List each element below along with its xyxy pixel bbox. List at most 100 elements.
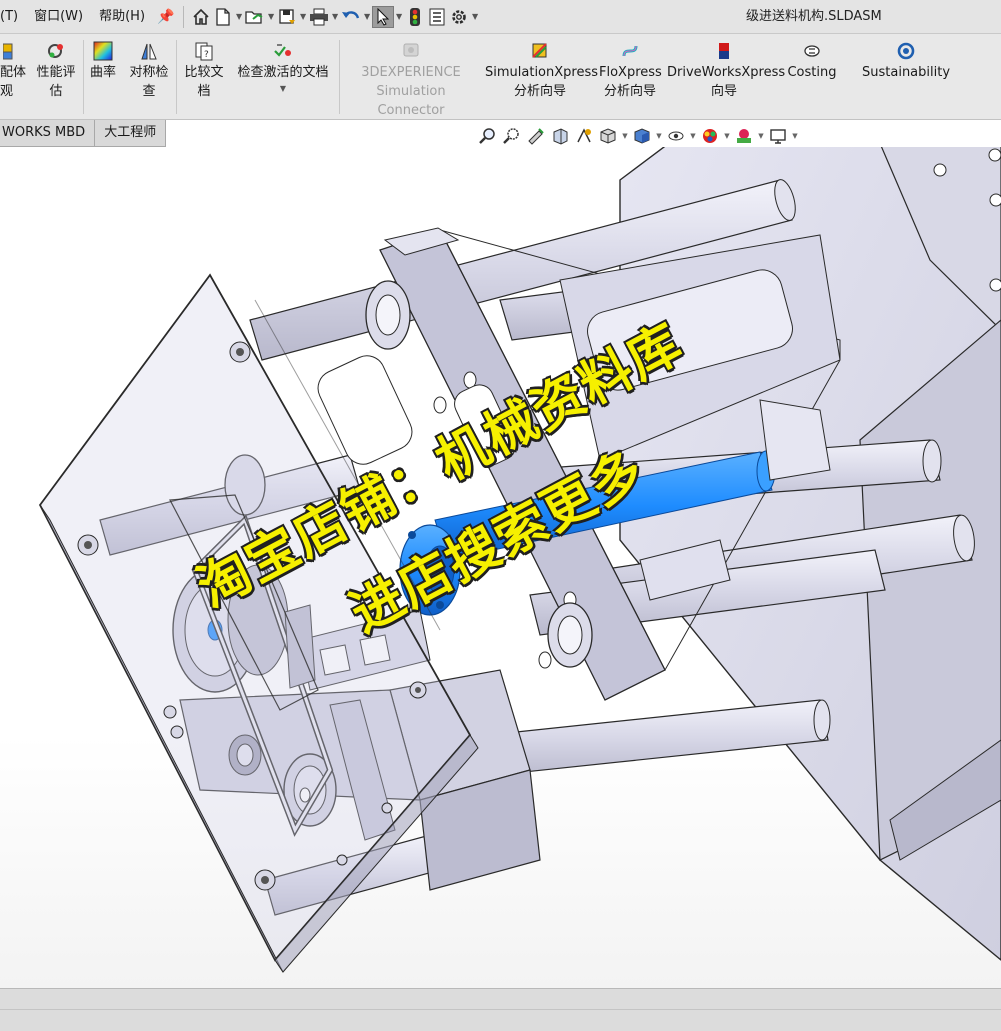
check-active-document-icon	[272, 40, 294, 62]
chevron-down-icon[interactable]: ▼	[756, 132, 766, 140]
floxpress-icon	[619, 40, 641, 62]
chevron-down-icon[interactable]: ▼	[654, 132, 664, 140]
ribbon-divider	[176, 40, 177, 114]
performance-evaluation-icon	[45, 40, 67, 62]
simulationxpress-icon	[529, 40, 551, 62]
open-icon[interactable]	[244, 6, 266, 28]
chevron-down-icon[interactable]: ▼	[298, 12, 308, 21]
sustainability-button[interactable]: Sustainability	[862, 40, 950, 82]
quick-access-toolbar: ▼ ▼ ▼ ▼ ▼ ▼ ▼	[190, 0, 480, 34]
assembly-visualization-button[interactable]: 配体 观	[0, 40, 26, 101]
menu-tools[interactable]: (T)	[0, 0, 26, 34]
chevron-down-icon[interactable]: ▼	[234, 12, 244, 21]
floxpress-button[interactable]: FloXpress 分析向导	[599, 40, 662, 101]
check-active-document-button[interactable]: 检查激活的文档 ▼	[232, 40, 334, 94]
ribbon-label: SimulationXpress	[485, 65, 599, 80]
compare-documents-button[interactable]: ? 比较文 档	[180, 40, 228, 101]
curvature-button[interactable]: 曲率	[88, 40, 118, 82]
ribbon-label: 对称检	[129, 65, 169, 80]
chevron-down-icon[interactable]: ▼	[620, 132, 630, 140]
ribbon-label: 向导	[710, 84, 737, 99]
simulation-connector-button: 3DEXPERIENCE Simulation Connector	[342, 40, 480, 120]
curvature-icon	[92, 40, 114, 62]
ribbon-label: Sustainability	[862, 65, 951, 80]
driveworksxpress-button[interactable]: DriveWorksXpress 向导	[667, 40, 786, 101]
performance-evaluation-button[interactable]: 性能评 估	[33, 40, 79, 101]
tab-mbd[interactable]: WORKS MBD	[0, 120, 96, 147]
ribbon-label: 估	[49, 84, 63, 99]
zoom-to-area-icon[interactable]	[500, 125, 524, 147]
toolbar-divider	[183, 5, 185, 28]
status-bar	[0, 988, 1001, 1031]
display-style-icon[interactable]	[630, 125, 654, 147]
simulationxpress-button[interactable]: SimulationXpress 分析向导	[485, 40, 599, 101]
ribbon-label: 分析向导	[513, 84, 566, 99]
compare-documents-icon: ?	[193, 40, 215, 62]
rebuild-traffic-light-icon[interactable]	[404, 6, 426, 28]
previous-view-icon[interactable]	[524, 125, 548, 147]
ribbon-label: 档	[197, 84, 211, 99]
chevron-down-icon[interactable]: ▼	[330, 12, 340, 21]
menu-help[interactable]: 帮助(H)	[91, 0, 153, 34]
ribbon-divider	[339, 40, 340, 114]
ribbon-label: 比较文	[184, 65, 224, 80]
chevron-down-icon[interactable]: ▼	[266, 12, 276, 21]
apply-scene-icon[interactable]	[732, 125, 756, 147]
view-settings-icon[interactable]	[766, 125, 790, 147]
driveworksxpress-icon	[713, 40, 735, 62]
ribbon-divider	[83, 40, 84, 114]
edit-appearance-icon[interactable]	[698, 125, 722, 147]
menu-window[interactable]: 窗口(W)	[26, 0, 91, 34]
new-document-icon[interactable]	[212, 6, 234, 28]
status-bar-divider	[0, 1009, 1001, 1010]
section-view-icon[interactable]	[548, 125, 572, 147]
ribbon-label: FloXpress	[599, 65, 662, 80]
zoom-to-fit-icon[interactable]	[476, 125, 500, 147]
chevron-down-icon[interactable]: ▼	[362, 12, 372, 21]
document-title: 级进送料机构.SLDASM	[746, 9, 882, 24]
hide-show-items-icon[interactable]	[664, 125, 688, 147]
chevron-down-icon[interactable]: ▼	[790, 132, 800, 140]
tab-engineer[interactable]: 大工程师	[95, 120, 167, 147]
ribbon-label: Costing	[787, 65, 837, 80]
ribbon-label: 检查激活的文档	[237, 65, 329, 80]
symmetry-check-button[interactable]: 对称检 查	[125, 40, 173, 101]
heads-up-view-toolbar: ▼ ▼ ▼ ▼ ▼ ▼	[476, 124, 800, 148]
simulation-connector-icon	[400, 40, 422, 62]
select-cursor-icon[interactable]	[372, 5, 395, 28]
assembly-visualization-icon	[2, 40, 24, 62]
ribbon-label: 配体	[0, 65, 27, 80]
chevron-down-icon[interactable]: ▼	[470, 12, 480, 21]
ribbon-label: Simulation Connector	[376, 84, 446, 118]
sustainability-icon	[895, 40, 917, 62]
dynamic-annotation-icon[interactable]	[572, 125, 596, 147]
symmetry-check-icon	[138, 40, 160, 62]
home-icon[interactable]	[190, 6, 212, 28]
ribbon-label: 观	[0, 84, 14, 99]
chevron-down-icon[interactable]: ▼	[394, 12, 404, 21]
chevron-down-icon[interactable]: ▼	[722, 132, 732, 140]
undo-icon[interactable]	[340, 6, 362, 28]
svg-text:?: ?	[204, 50, 209, 60]
ribbon-label: 曲率	[89, 65, 116, 80]
title-bar: (T) 窗口(W) 帮助(H) 📌 ▼ ▼ ▼ ▼ ▼ ▼ ▼ 级进送料机构.S…	[0, 0, 1001, 34]
file-properties-icon[interactable]	[426, 6, 448, 28]
assembly-model	[38, 147, 1001, 973]
ribbon-label: 性能评	[36, 65, 76, 80]
ribbon-label: 查	[142, 84, 156, 99]
command-manager: 配体 观 性能评 估 曲率 对称检 查 ? 比较文 档 检查激活的文档 ▼ 3D…	[0, 34, 1001, 120]
view-orientation-icon[interactable]	[596, 125, 620, 147]
command-manager-tabs: WORKS MBD 大工程师	[0, 120, 167, 147]
ribbon-label: DriveWorksXpress	[667, 65, 786, 80]
chevron-down-icon[interactable]: ▼	[232, 84, 334, 94]
ribbon-label: 3DEXPERIENCE	[361, 65, 461, 80]
graphics-area[interactable]	[0, 147, 1001, 988]
chevron-down-icon[interactable]: ▼	[688, 132, 698, 140]
print-icon[interactable]	[308, 6, 330, 28]
costing-icon	[801, 40, 823, 62]
options-gear-icon[interactable]	[448, 6, 470, 28]
save-icon[interactable]	[276, 6, 298, 28]
pin-icon[interactable]: 📌	[153, 9, 179, 25]
ribbon-label: 分析向导	[603, 84, 656, 99]
costing-button[interactable]: Costing	[785, 40, 839, 82]
